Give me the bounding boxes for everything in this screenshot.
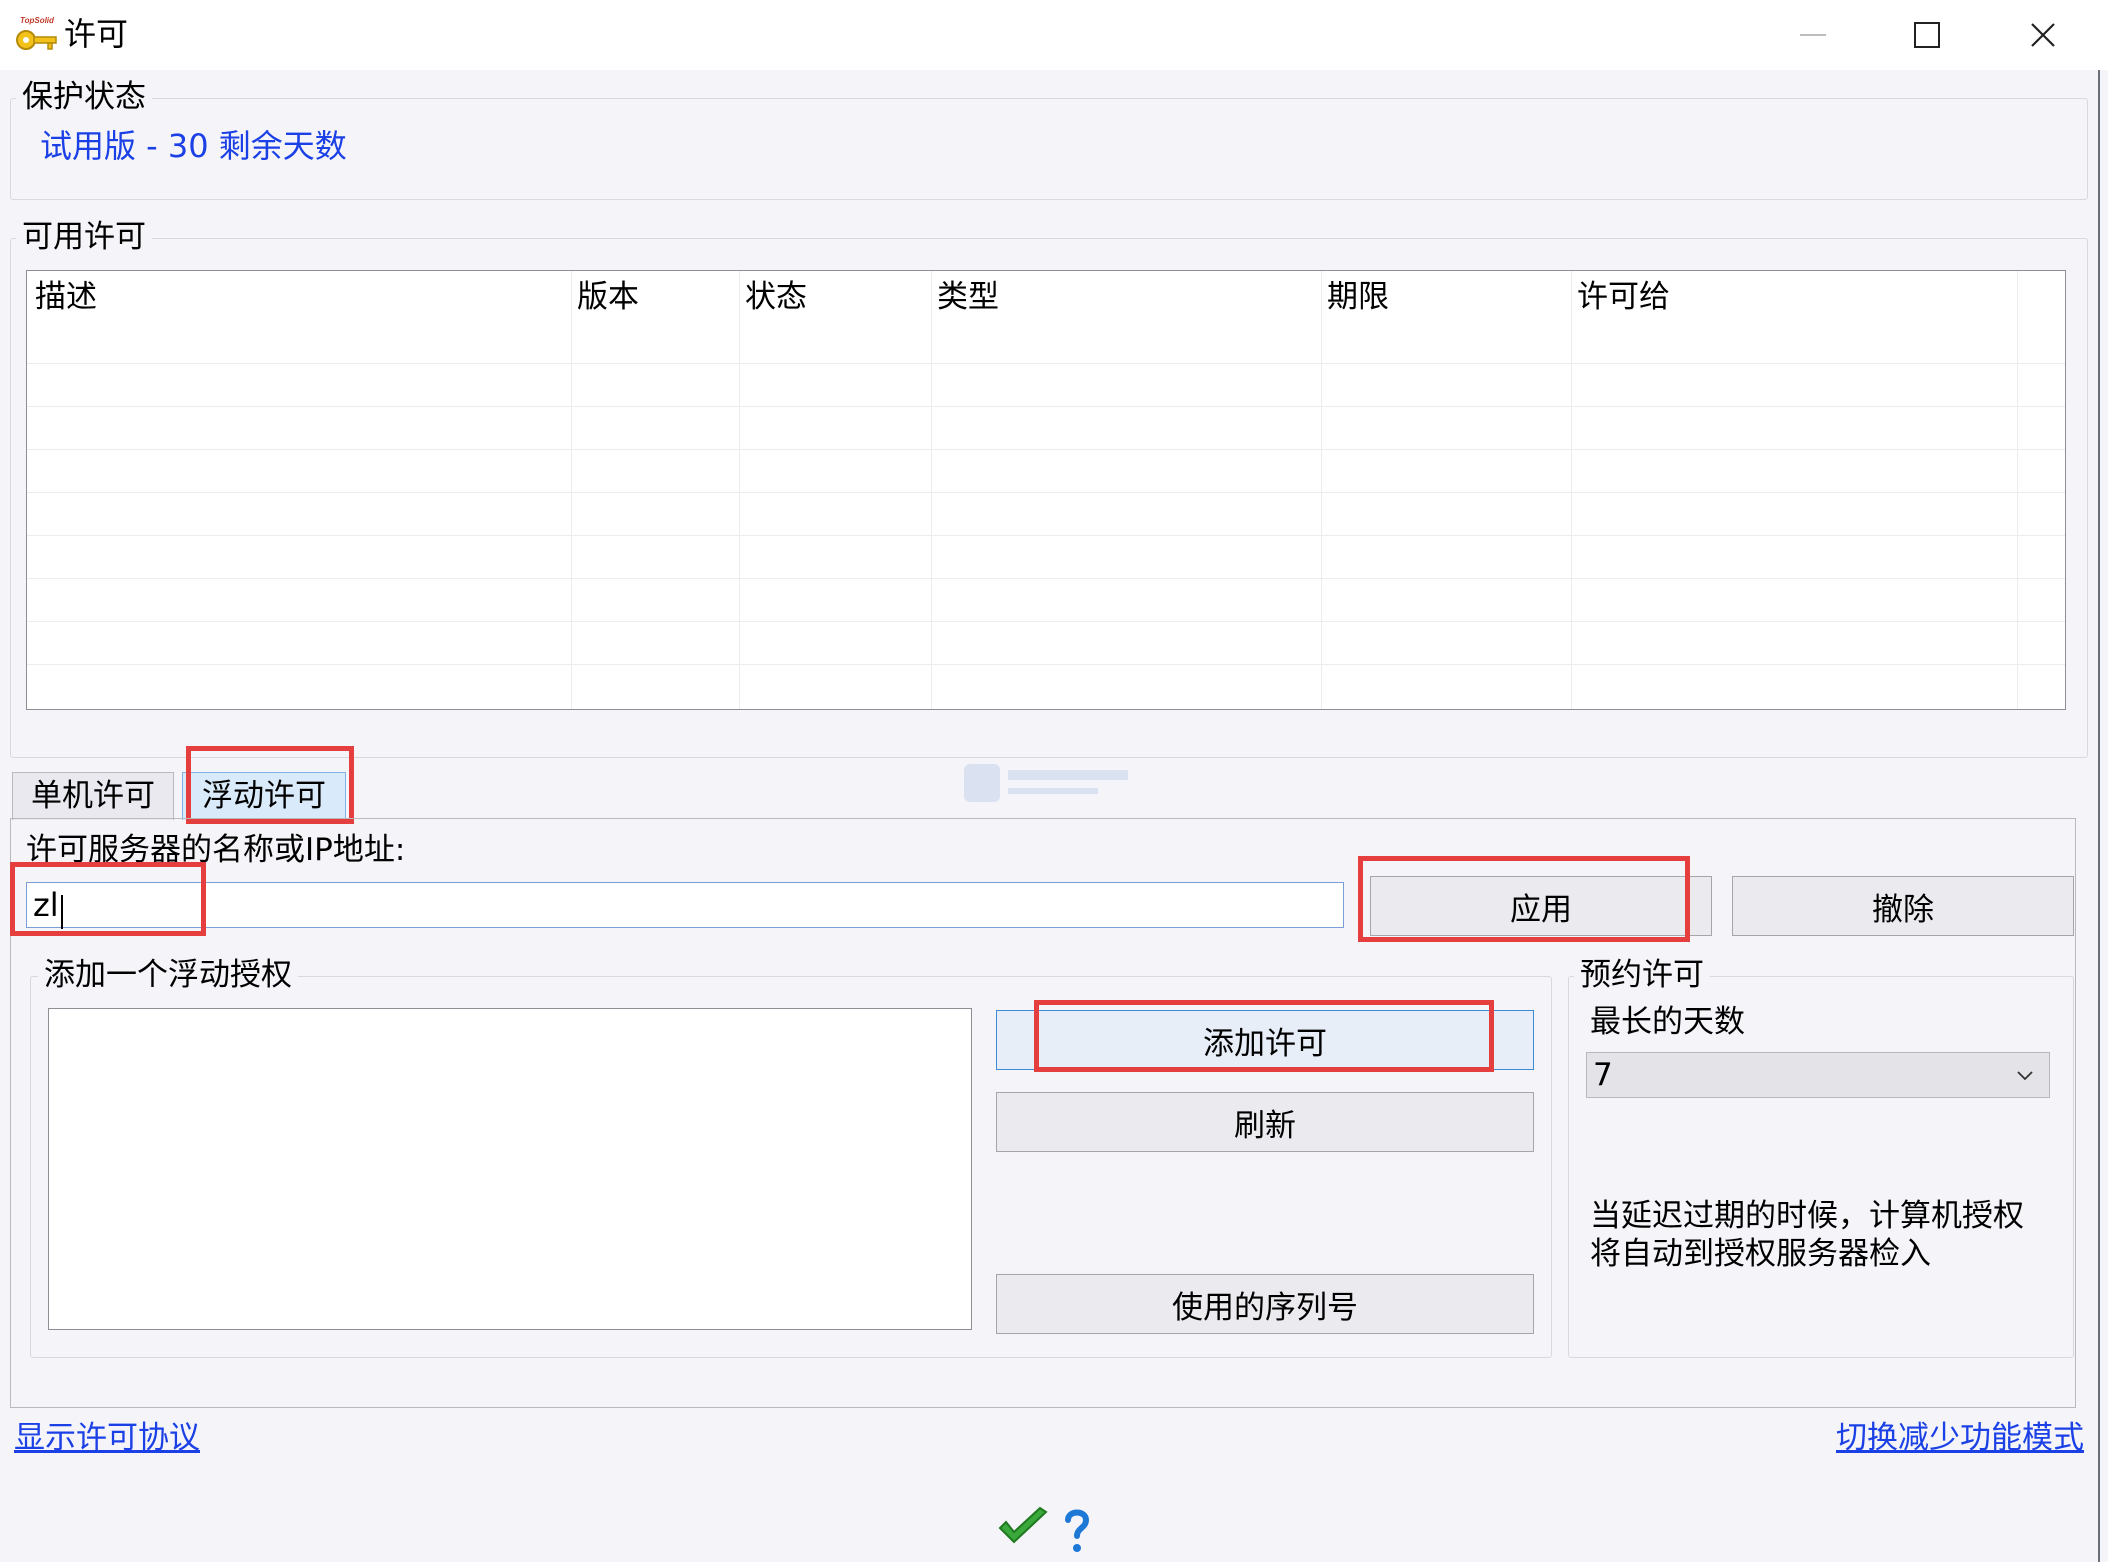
- column-header-expiry[interactable]: 期限: [1327, 277, 1389, 317]
- max-days-select[interactable]: 7: [1586, 1052, 2050, 1098]
- server-name-input[interactable]: zl: [26, 882, 1344, 929]
- revoke-button[interactable]: 撤除: [1732, 876, 2074, 936]
- column-separator: [2017, 271, 2018, 709]
- chevron-down-icon: [2017, 1071, 2033, 1081]
- server-name-label: 许可服务器的名称或IP地址:: [26, 832, 406, 868]
- question-mark-icon: [1065, 1509, 1090, 1552]
- available-licenses-legend: 可用许可: [16, 218, 152, 256]
- protection-status-legend: 保护状态: [16, 78, 152, 116]
- ok-button[interactable]: [996, 1506, 1050, 1550]
- row-gridline: [27, 406, 2065, 407]
- topsolid-key-icon: TopSolid: [14, 14, 60, 54]
- row-gridline: [27, 578, 2065, 579]
- column-header-version[interactable]: 版本: [577, 277, 639, 317]
- text-caret: [60, 894, 63, 929]
- close-button[interactable]: [1988, 0, 2098, 70]
- reserve-license-legend: 预约许可: [1574, 956, 1710, 994]
- row-gridline: [27, 363, 2065, 364]
- column-separator: [931, 271, 932, 709]
- column-header-type[interactable]: 类型: [937, 277, 999, 317]
- maximize-button[interactable]: [1872, 0, 1982, 70]
- row-gridline: [27, 535, 2065, 536]
- row-gridline: [27, 664, 2065, 665]
- minimize-button[interactable]: [1758, 0, 1868, 70]
- app-icon-caption: TopSolid: [20, 16, 55, 25]
- watermark-logo: [962, 760, 1132, 806]
- row-gridline: [27, 621, 2065, 622]
- server-name-value: zl: [33, 886, 59, 924]
- refresh-button[interactable]: 刷新: [996, 1092, 1534, 1152]
- reserve-note-line-1: 当延迟过期的时候，计算机授权: [1590, 1198, 2024, 1234]
- show-license-agreement-link[interactable]: 显示许可协议: [14, 1418, 200, 1458]
- add-license-button[interactable]: 添加许可: [996, 1010, 1534, 1070]
- column-header-status[interactable]: 状态: [745, 277, 807, 317]
- license-list[interactable]: 描述 版本 状态 类型 期限 许可给: [26, 270, 2066, 710]
- window-title: 许可: [64, 15, 129, 53]
- reduced-mode-link[interactable]: 切换减少功能模式: [1836, 1418, 2084, 1458]
- floating-license-list[interactable]: [48, 1008, 972, 1330]
- column-header-description[interactable]: 描述: [35, 277, 97, 317]
- reserve-note-line-2: 将自动到授权服务器检入: [1590, 1236, 1931, 1272]
- column-separator: [571, 271, 572, 709]
- max-days-label: 最长的天数: [1590, 1004, 1745, 1040]
- help-button[interactable]: [1062, 1506, 1092, 1556]
- add-floating-legend: 添加一个浮动授权: [38, 956, 298, 994]
- column-separator: [739, 271, 740, 709]
- close-icon: [2031, 23, 2055, 47]
- maximize-icon: [1914, 22, 1940, 48]
- tab-floating-license[interactable]: 浮动许可: [182, 772, 346, 820]
- apply-button[interactable]: 应用: [1370, 876, 1712, 936]
- window-edge: [2098, 70, 2108, 1562]
- row-gridline: [27, 449, 2065, 450]
- max-days-value: 7: [1593, 1057, 1613, 1093]
- used-serials-button[interactable]: 使用的序列号: [996, 1274, 1534, 1334]
- minimize-icon: [1800, 34, 1826, 36]
- checkmark-icon: [998, 1506, 1048, 1544]
- row-gridline: [27, 492, 2065, 493]
- column-header-licensed-to[interactable]: 许可给: [1577, 277, 1670, 317]
- column-separator: [1571, 271, 1572, 709]
- column-separator: [1321, 271, 1322, 709]
- tab-standalone-license[interactable]: 单机许可: [12, 772, 174, 820]
- protection-status-text: 试用版 - 30 剩余天数: [40, 127, 347, 165]
